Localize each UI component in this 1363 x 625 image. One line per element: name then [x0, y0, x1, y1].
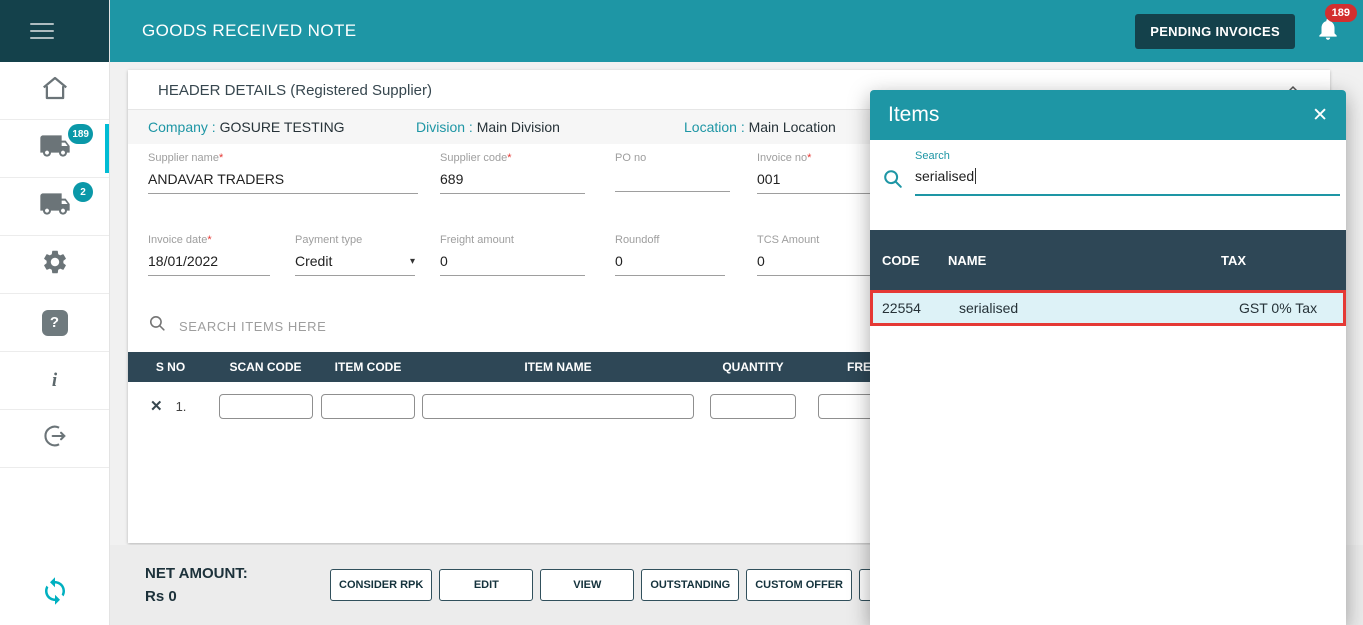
page-title: GOODS RECEIVED NOTE [142, 21, 356, 41]
invoice-date-field-wrap: Invoice date* 18/01/2022 [148, 234, 270, 276]
badge-count: 189 [68, 124, 93, 144]
modal-search-label: Search [915, 150, 1346, 162]
col-header-quantity: QUANTITY [698, 360, 808, 374]
location-label: Location : [684, 119, 749, 135]
roundoff-field-wrap: Roundoff 0 [615, 234, 725, 276]
pending-invoices-button[interactable]: PENDING INVOICES [1135, 14, 1295, 49]
col-header-sno: S NO [128, 360, 213, 374]
item-name-cell: serialised [951, 300, 1223, 316]
invoice-no-field[interactable]: 001 [757, 164, 880, 194]
dropdown-arrow-icon: ▾ [410, 256, 415, 267]
truck-icon [39, 188, 71, 225]
info-icon: i [52, 370, 57, 392]
company-value: GOSURE TESTING [220, 119, 345, 135]
col-header-item-name: ITEM NAME [418, 360, 698, 374]
custom-offer-button[interactable]: CUSTOM OFFER [746, 569, 852, 601]
sidebar-item-sync[interactable] [0, 561, 109, 625]
badge-count: 2 [73, 182, 93, 202]
col-header-scan-code: SCAN CODE [213, 360, 318, 374]
sidebar-item-info[interactable]: i [0, 352, 109, 410]
modal-table-header: CODE NAME TAX [870, 230, 1346, 290]
sidebar-item-goods-received[interactable]: 189 [0, 120, 109, 178]
search-icon [882, 164, 915, 195]
edit-button[interactable]: EDIT [439, 569, 533, 601]
sidebar-item-help[interactable]: ? [0, 294, 109, 352]
payment-type-field-wrap: Payment type Credit ▾ [295, 234, 415, 276]
bell-icon [1315, 29, 1341, 46]
scan-code-input[interactable] [219, 394, 313, 419]
hamburger-icon [30, 18, 54, 44]
col-header-name: NAME [948, 253, 1221, 268]
sidebar-item-deliveries[interactable]: 2 [0, 178, 109, 236]
view-button[interactable]: VIEW [540, 569, 634, 601]
truck-icon [39, 130, 71, 167]
net-amount-value: Rs 0 [145, 588, 330, 605]
freight-amount-field-wrap: Freight amount 0 [440, 234, 585, 276]
invoice-no-field-wrap: Invoice no* 001 [757, 152, 880, 194]
gear-icon [41, 248, 69, 281]
modal-search-input[interactable]: serialised [915, 164, 1340, 196]
freight-amount-field[interactable]: 0 [440, 246, 585, 276]
home-icon [40, 73, 70, 108]
net-amount: NET AMOUNT: Rs 0 [145, 565, 330, 605]
item-search-input[interactable] [179, 319, 499, 334]
supplier-code-field[interactable]: 689 [440, 164, 585, 194]
menu-toggle[interactable] [0, 0, 109, 62]
modal-title: Items [888, 103, 939, 127]
col-header-item-code: ITEM CODE [318, 360, 418, 374]
sidebar-item-logout[interactable] [0, 410, 109, 468]
sidebar-item-home[interactable] [0, 62, 109, 120]
payment-type-select[interactable]: Credit ▾ [295, 246, 415, 276]
item-name-input[interactable] [422, 394, 694, 419]
division-value: Main Division [477, 119, 560, 135]
sidebar: 189 2 ? i [0, 0, 110, 625]
company-info: Company : GOSURE TESTING [148, 119, 416, 135]
items-modal-header: Items ✕ [870, 90, 1346, 140]
tcs-amount-field-wrap: TCS Amount 0 [757, 234, 880, 276]
consider-rpk-button[interactable]: CONSIDER RPK [330, 569, 432, 601]
supplier-code-field-wrap: Supplier code* 689 [440, 152, 585, 194]
quantity-input[interactable] [710, 394, 796, 419]
po-no-field[interactable] [615, 164, 730, 192]
modal-search-bar[interactable]: serialised [870, 162, 1346, 196]
invoice-date-field[interactable]: 18/01/2022 [148, 246, 270, 276]
text-caret [975, 168, 976, 184]
logout-icon [41, 422, 69, 455]
notification-badge: 189 [1325, 4, 1357, 22]
search-icon [148, 314, 167, 338]
po-no-field-wrap: PO no [615, 152, 730, 192]
help-icon: ? [42, 310, 68, 336]
modal-items-table: CODE NAME TAX 22554 serialised GST 0% Ta… [870, 230, 1346, 326]
items-modal: Items ✕ Search serialised CODE NAME TAX … [870, 90, 1346, 625]
outstanding-button[interactable]: OUTSTANDING [641, 569, 739, 601]
item-code-cell: 22554 [873, 300, 951, 316]
app-window: 189 2 ? i [0, 0, 1363, 625]
row-number: 1. [176, 399, 187, 414]
division-label: Division : [416, 119, 477, 135]
close-icon[interactable]: ✕ [1312, 104, 1328, 127]
tcs-amount-field[interactable]: 0 [757, 246, 880, 276]
delete-row-icon[interactable]: ✕ [150, 397, 163, 415]
supplier-name-field[interactable]: ANDAVAR TRADERS [148, 164, 418, 194]
net-amount-label: NET AMOUNT: [145, 565, 330, 582]
item-code-input[interactable] [321, 394, 415, 419]
section-title: HEADER DETAILS (Registered Supplier) [158, 82, 432, 99]
modal-item-row-selected[interactable]: 22554 serialised GST 0% Tax [870, 290, 1346, 326]
division-info: Division : Main Division [416, 119, 684, 135]
item-tax-cell: GST 0% Tax [1223, 300, 1343, 316]
roundoff-field[interactable]: 0 [615, 246, 725, 276]
location-value: Main Location [749, 119, 836, 135]
sync-icon [40, 576, 70, 611]
top-bar: GOODS RECEIVED NOTE PENDING INVOICES 189 [110, 0, 1363, 62]
col-header-tax: TAX [1221, 253, 1346, 268]
col-header-code: CODE [870, 253, 948, 268]
supplier-name-field-wrap: Supplier name* ANDAVAR TRADERS [148, 152, 418, 194]
notifications-button[interactable]: 189 [1315, 16, 1341, 47]
company-label: Company : [148, 119, 220, 135]
sidebar-item-settings[interactable] [0, 236, 109, 294]
